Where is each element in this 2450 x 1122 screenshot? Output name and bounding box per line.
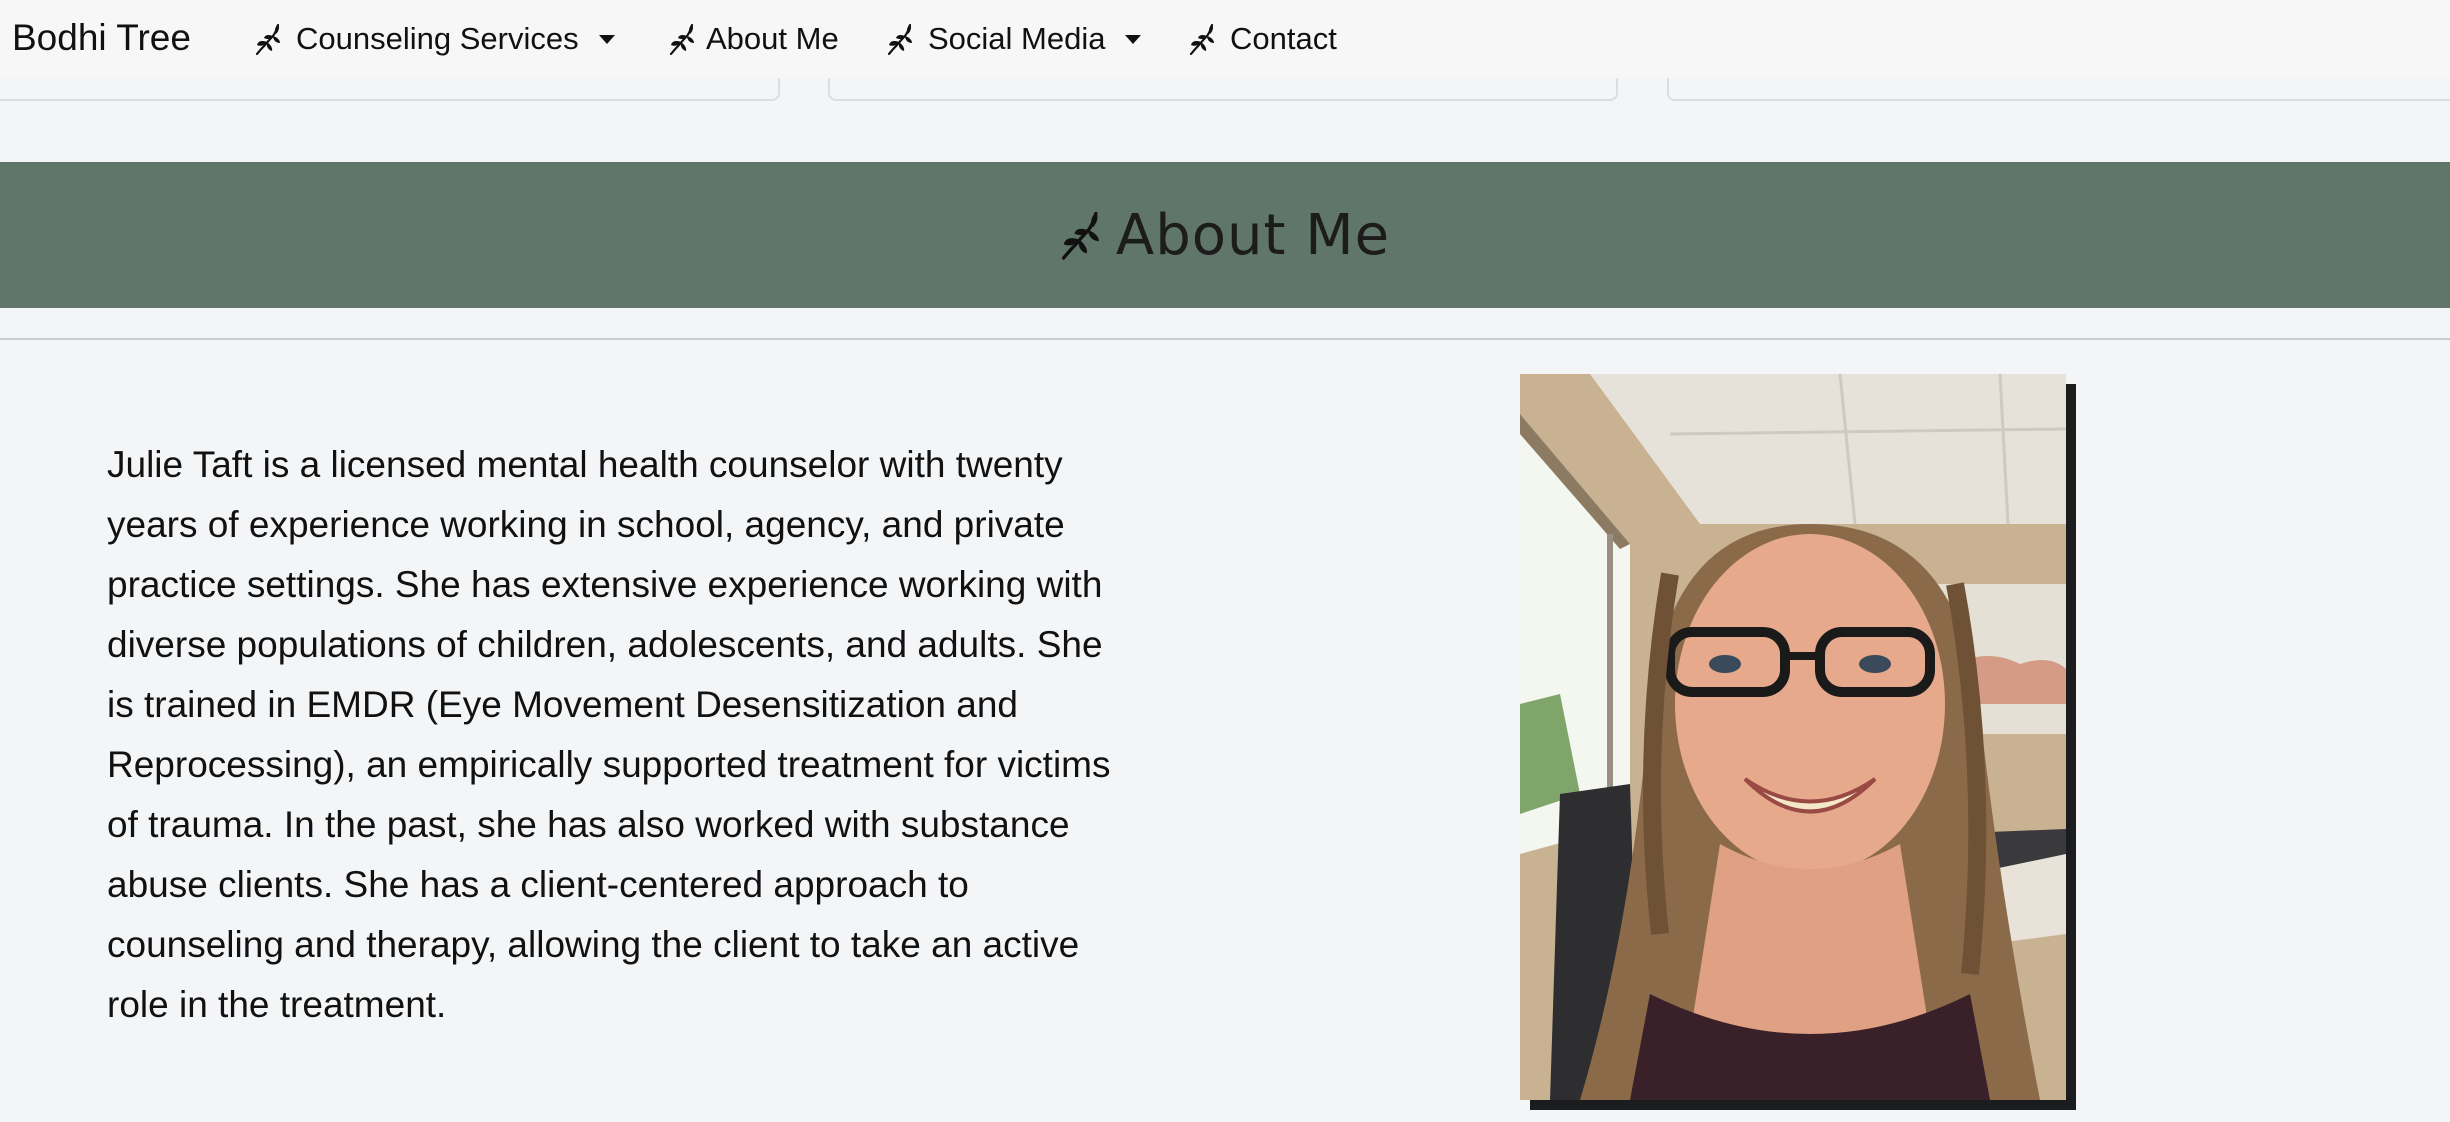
nav-item-counseling-services[interactable]: Counseling Services [252, 18, 615, 60]
page-title: About Me [1115, 202, 1391, 268]
chevron-down-icon [1125, 34, 1142, 44]
nav-item-label: Social Media [928, 21, 1106, 56]
bio-paragraph: Julie Taft is a licensed mental health c… [107, 444, 1111, 1025]
leaf-icon [884, 23, 914, 55]
portrait-photo [1520, 374, 2066, 1100]
nav-item-label: Counseling Services [296, 21, 579, 56]
section-divider [0, 338, 2450, 340]
nav-item-about-me[interactable]: About Me [666, 18, 839, 60]
nav-item-label: Contact [1230, 21, 1337, 56]
leaf-icon [252, 23, 282, 55]
portrait-image [1520, 374, 2066, 1100]
brand-link[interactable]: Bodhi Tree [12, 16, 191, 60]
nav-item-label: About Me [706, 21, 839, 56]
navbar: Bodhi Tree Counseling Services About Me … [0, 0, 2450, 78]
nav-item-social-media[interactable]: Social Media [884, 18, 1142, 60]
banner-heading: About Me [1056, 203, 1390, 268]
leaf-icon [1056, 209, 1102, 261]
leaf-icon [666, 23, 696, 55]
nav-item-contact[interactable]: Contact [1186, 18, 1337, 60]
leaf-icon [1186, 23, 1216, 55]
chevron-down-icon [598, 34, 615, 44]
about-banner: About Me [0, 162, 2450, 308]
